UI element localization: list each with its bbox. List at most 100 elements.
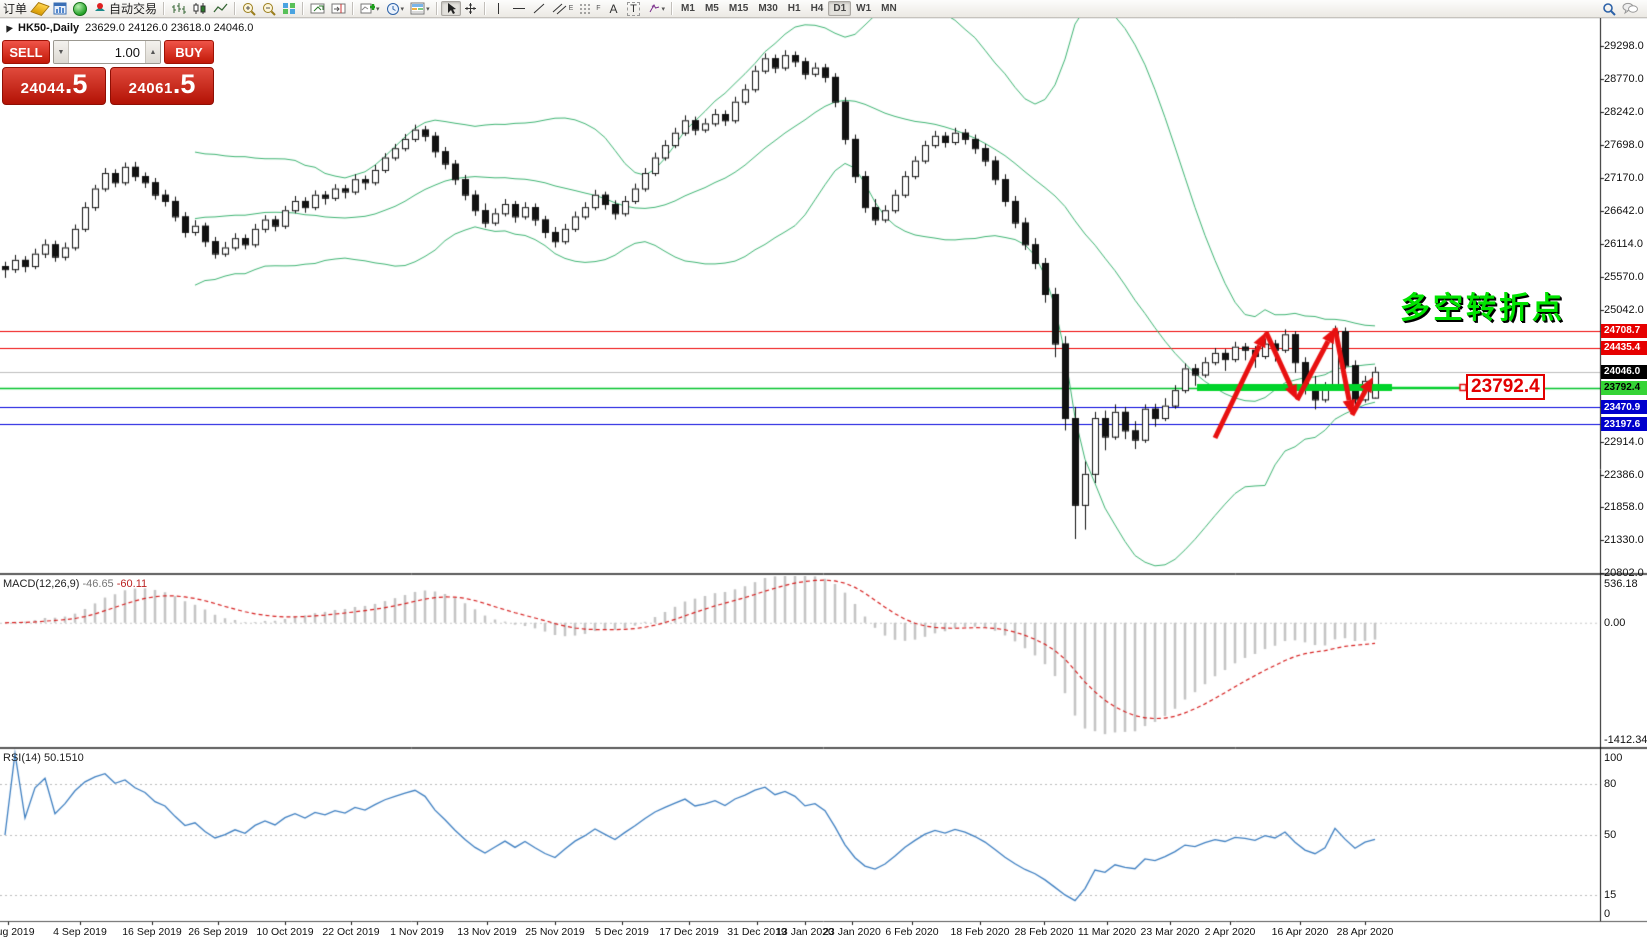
sell-button[interactable]: SELL (2, 40, 50, 64)
arrows-tool[interactable]: ▾ (644, 1, 669, 16)
price-tick-label: 22386.0 (1604, 468, 1644, 481)
text-label-tool[interactable]: T (624, 1, 644, 16)
time-label: 16 Sep 2019 (122, 926, 182, 938)
coin-icon[interactable] (30, 1, 50, 16)
template-button[interactable]: ▾ (407, 1, 433, 16)
timeframe-group: M1 M5 M15 M30 H1 H4 D1 W1 MN (676, 0, 902, 17)
sell-price-main: 24044 (20, 80, 65, 97)
macd-label: MACD(12,26,9) -46.65 -60.11 (3, 578, 148, 590)
horizontal-line-tool[interactable] (509, 1, 529, 16)
timeframe-m15[interactable]: M15 (724, 1, 753, 16)
time-label: 11 Mar 2020 (1077, 926, 1137, 938)
time-label: 23 Mar 2020 (1140, 926, 1200, 938)
fibo-sub-label: F (596, 5, 601, 12)
time-label: 5 Dec 2019 (595, 926, 649, 938)
volume-value[interactable]: 1.00 (69, 41, 145, 63)
crosshair-icon (465, 3, 477, 14)
subwindow-scale-label: 0 (1604, 908, 1611, 920)
volume-increase-button[interactable]: ▲ (145, 41, 160, 63)
rsi-value: 50.1510 (43, 752, 84, 764)
fibonacci-tool[interactable]: F (576, 1, 603, 16)
price-tick-label: 25042.0 (1604, 303, 1644, 316)
cursor-tool-button[interactable] (440, 1, 461, 16)
price-tick-label: 28242.0 (1604, 105, 1644, 118)
crosshair-tool-button[interactable] (461, 1, 481, 16)
subwindow-scale-label: -1412.34 (1604, 734, 1647, 746)
new-order-label: 订单 (3, 2, 28, 16)
bar-chart-icon[interactable] (168, 1, 189, 16)
new-order-button[interactable]: 订单 (0, 1, 30, 16)
line-chart-icon[interactable] (210, 1, 231, 16)
chart-forward-icon[interactable] (307, 1, 328, 16)
autotrade-button[interactable]: 自动交易 (90, 1, 160, 16)
chart-canvas[interactable] (0, 0, 1647, 942)
zoom-out-icon[interactable] (259, 1, 279, 16)
time-label: 28 Feb 2020 (1014, 926, 1074, 938)
sell-price-pips: .5 (64, 69, 88, 99)
channel-sub-label: E (568, 5, 574, 12)
mt4-window: 订单 自动交易 ▾ ▾ ▾ E F A T ▾ M1 M5 M15 M30 H1… (0, 0, 1647, 942)
ohlc-values: 23629.0 24126.0 23618.0 24046.0 (85, 22, 254, 34)
price-badge: 24708.7 (1601, 323, 1647, 338)
search-icon (1603, 2, 1616, 16)
timeframe-m1[interactable]: M1 (676, 1, 700, 16)
add-indicator-button[interactable]: ▾ (357, 1, 383, 16)
buy-price-pips: .5 (172, 69, 196, 99)
price-badge: 23197.6 (1601, 417, 1647, 432)
time-label: 22 Oct 2019 (322, 926, 380, 938)
toolbar-separator (234, 2, 237, 15)
timeframe-w1[interactable]: W1 (851, 1, 876, 16)
candlestick-chart-icon[interactable] (189, 1, 210, 16)
rsi-label: RSI(14) 50.1510 (3, 752, 84, 764)
timeframe-h1[interactable]: H1 (783, 1, 806, 16)
toolbar: 订单 自动交易 ▾ ▾ ▾ E F A T ▾ M1 M5 M15 M30 H1… (0, 0, 1647, 18)
text-tool[interactable]: A (604, 1, 624, 16)
sell-price-button[interactable]: 24044 .5 (2, 67, 106, 105)
toolbar-separator (302, 2, 305, 15)
chart-header: HK50-,Daily 23629.0 24126.0 23618.0 2404… (3, 22, 254, 34)
cursor-arrow-icon (447, 3, 456, 14)
period-clock-button[interactable]: ▾ (383, 1, 408, 16)
autotrade-icon (95, 3, 106, 11)
timeframe-d1[interactable]: D1 (828, 1, 852, 16)
price-badge: 24435.4 (1601, 340, 1647, 355)
chart-window-icon[interactable] (50, 1, 70, 16)
buy-price-button[interactable]: 24061 .5 (110, 67, 214, 105)
time-label: 18 Feb 2020 (950, 926, 1010, 938)
volume-decrease-button[interactable]: ▼ (54, 41, 69, 63)
volume-stepper: ▼ 1.00 ▲ (53, 40, 161, 64)
symbol-period-label: HK50-,Daily (18, 22, 80, 34)
time-label: 26 Sep 2019 (188, 926, 248, 938)
toolbar-separator (435, 2, 438, 15)
dropdown-caret-icon: ▾ (376, 5, 380, 13)
buy-button[interactable]: BUY (164, 40, 214, 64)
timeframe-h4[interactable]: H4 (806, 1, 829, 16)
toolbar-separator (483, 2, 486, 15)
chat-button[interactable] (1619, 1, 1641, 16)
price-tick-label: 26114.0 (1604, 237, 1643, 250)
channel-tool[interactable]: E (549, 1, 577, 16)
price-callout-label[interactable]: 23792.4 (1466, 374, 1545, 400)
timeframe-m30[interactable]: M30 (753, 1, 782, 16)
one-click-trade-panel: SELL ▼ 1.00 ▲ BUY 24044 .5 24061 .5 (2, 40, 214, 105)
subwindow-scale-label: 80 (1604, 778, 1617, 790)
timeframe-mn[interactable]: MN (876, 1, 902, 16)
timeframe-m5[interactable]: M5 (700, 1, 724, 16)
vertical-line-tool[interactable] (489, 1, 509, 16)
time-label: 6 Feb 2020 (885, 926, 939, 938)
time-label: 25 Nov 2019 (525, 926, 585, 938)
search-button[interactable] (1599, 1, 1619, 16)
chart-shift-icon[interactable] (328, 1, 349, 16)
subwindow-scale-label: 0.00 (1604, 616, 1626, 629)
trendline-tool[interactable] (529, 1, 549, 16)
zoom-in-icon[interactable] (239, 1, 259, 16)
subwindow-scale-label: 50 (1604, 829, 1617, 841)
news-globe-icon[interactable] (70, 1, 90, 16)
time-label: 4 Sep 2019 (53, 926, 107, 938)
macd-value-signal: -60.11 (116, 578, 148, 590)
dropdown-caret-icon: ▾ (426, 5, 430, 13)
tile-windows-icon[interactable] (279, 1, 299, 16)
price-tick-label: 27170.0 (1604, 171, 1644, 184)
price-tick-label: 28770.0 (1604, 72, 1644, 85)
price-tick-label: 26642.0 (1604, 204, 1644, 217)
